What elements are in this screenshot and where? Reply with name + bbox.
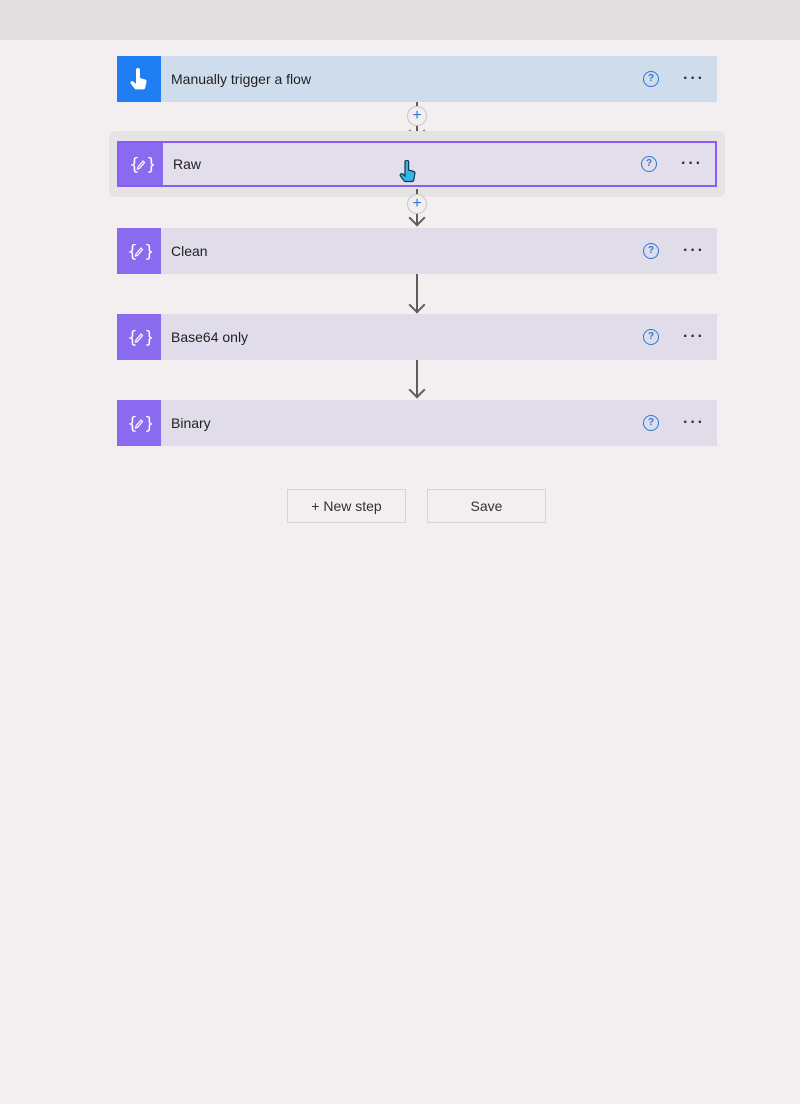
arrow-down-icon bbox=[408, 381, 426, 399]
step-label: Base64 only bbox=[171, 329, 249, 345]
compose-braces-icon: { } bbox=[117, 400, 161, 446]
svg-text:}: } bbox=[144, 414, 152, 434]
step-card-base64-only[interactable]: { } Base64 only ? ··· bbox=[117, 314, 717, 360]
svg-text:{: { bbox=[127, 242, 138, 262]
help-icon[interactable]: ? bbox=[641, 156, 658, 172]
more-options-icon[interactable]: ··· bbox=[683, 414, 705, 432]
compose-braces-icon: { } bbox=[117, 228, 161, 274]
insert-step-button[interactable]: + bbox=[407, 194, 427, 214]
step-label: Manually trigger a flow bbox=[171, 71, 312, 87]
svg-text:}: } bbox=[144, 242, 152, 262]
svg-text:}: } bbox=[146, 155, 154, 175]
svg-text:{: { bbox=[127, 328, 138, 348]
step-card-trigger[interactable]: Manually trigger a flow ? ··· bbox=[117, 56, 717, 102]
hand-pointer-icon bbox=[117, 56, 161, 102]
help-icon[interactable]: ? bbox=[643, 243, 660, 259]
help-icon[interactable]: ? bbox=[643, 71, 660, 87]
compose-braces-icon: { } bbox=[117, 314, 161, 360]
svg-text:}: } bbox=[144, 328, 152, 348]
more-options-icon[interactable]: ··· bbox=[683, 242, 705, 260]
svg-text:{: { bbox=[127, 414, 138, 434]
insert-step-button[interactable]: + bbox=[407, 106, 427, 126]
more-options-icon[interactable]: ··· bbox=[681, 155, 703, 173]
arrow-down-icon bbox=[408, 296, 426, 314]
step-label: Binary bbox=[171, 415, 211, 431]
more-options-icon[interactable]: ··· bbox=[683, 328, 705, 346]
more-options-icon[interactable]: ··· bbox=[683, 70, 705, 88]
help-icon[interactable]: ? bbox=[643, 415, 660, 431]
svg-text:{: { bbox=[129, 155, 140, 175]
save-button[interactable]: Save bbox=[427, 489, 546, 523]
compose-braces-icon: { } bbox=[119, 143, 163, 185]
step-card-clean[interactable]: { } Clean ? ··· bbox=[117, 228, 717, 274]
step-card-binary[interactable]: { } Binary ? ··· bbox=[117, 400, 717, 446]
top-bar bbox=[0, 0, 800, 40]
help-icon[interactable]: ? bbox=[643, 329, 660, 345]
new-step-button[interactable]: + New step bbox=[287, 489, 406, 523]
hand-cursor-icon bbox=[399, 159, 419, 189]
step-label: Clean bbox=[171, 243, 208, 259]
